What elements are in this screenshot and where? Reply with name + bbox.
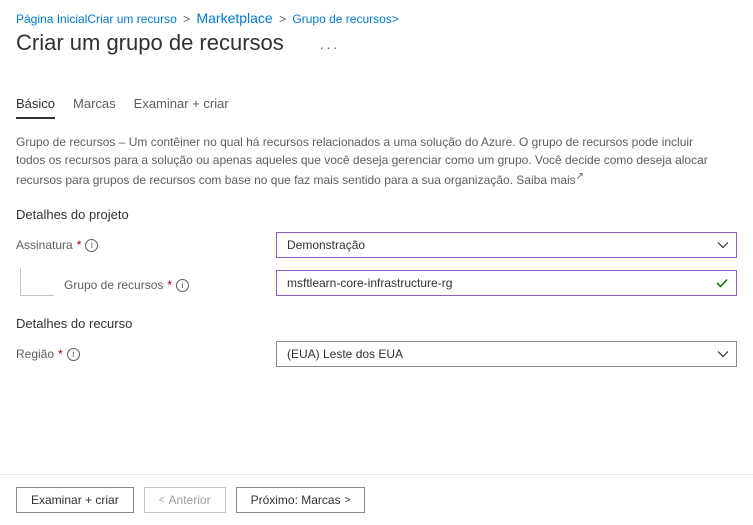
chevron-right-icon: > (345, 495, 351, 506)
chevron-left-icon: < (159, 495, 165, 506)
tab-review[interactable]: Examinar + criar (134, 96, 229, 119)
subscription-value: Demonstração (287, 238, 365, 252)
previous-button: < Anterior (144, 487, 226, 513)
section-resource-details: Detalhes do recurso (0, 298, 753, 339)
breadcrumb-current: Grupo de recursos> (292, 12, 398, 26)
review-create-button[interactable]: Examinar + criar (16, 487, 134, 513)
more-actions-icon[interactable]: ··· (319, 39, 339, 55)
description: Grupo de recursos – Um contêiner no qual… (0, 119, 753, 189)
resource-group-input[interactable]: msftlearn-core-infrastructure-rg (276, 270, 737, 296)
description-text: Grupo de recursos – Um contêiner no qual… (16, 135, 708, 187)
row-subscription: Assinatura * i Demonstração (0, 230, 753, 260)
footer: Examinar + criar < Anterior Próximo: Mar… (0, 474, 753, 525)
page-title: Criar um grupo de recursos (0, 24, 300, 55)
subscription-select[interactable]: Demonstração (276, 232, 737, 258)
required-indicator: * (167, 278, 172, 292)
title-row: Criar um grupo de recursos ··· (0, 30, 753, 56)
label-subscription: Assinatura * i (16, 238, 276, 252)
required-indicator: * (58, 347, 63, 361)
row-region: Região * i (EUA) Leste dos EUA (0, 339, 753, 369)
tab-basic[interactable]: Básico (16, 96, 55, 119)
indent-connector (20, 268, 54, 296)
tab-tags[interactable]: Marcas (73, 96, 116, 119)
info-icon[interactable]: i (67, 348, 80, 361)
row-resource-group: Grupo de recursos * i msftlearn-core-inf… (0, 260, 753, 298)
tabs: Básico Marcas Examinar + criar (0, 56, 753, 119)
external-link-icon: ↗ (576, 171, 584, 182)
label-region: Região * i (16, 347, 276, 361)
region-select[interactable]: (EUA) Leste dos EUA (276, 341, 737, 367)
label-resource-group: Grupo de recursos * i (64, 278, 189, 296)
section-project-details: Detalhes do projeto (0, 189, 753, 230)
resource-group-value: msftlearn-core-infrastructure-rg (287, 276, 452, 290)
next-button[interactable]: Próximo: Marcas > (236, 487, 366, 513)
region-value: (EUA) Leste dos EUA (287, 347, 403, 361)
info-icon[interactable]: i (176, 279, 189, 292)
required-indicator: * (77, 238, 82, 252)
info-icon[interactable]: i (85, 239, 98, 252)
learn-more-link[interactable]: Saiba mais↗ (516, 173, 584, 187)
